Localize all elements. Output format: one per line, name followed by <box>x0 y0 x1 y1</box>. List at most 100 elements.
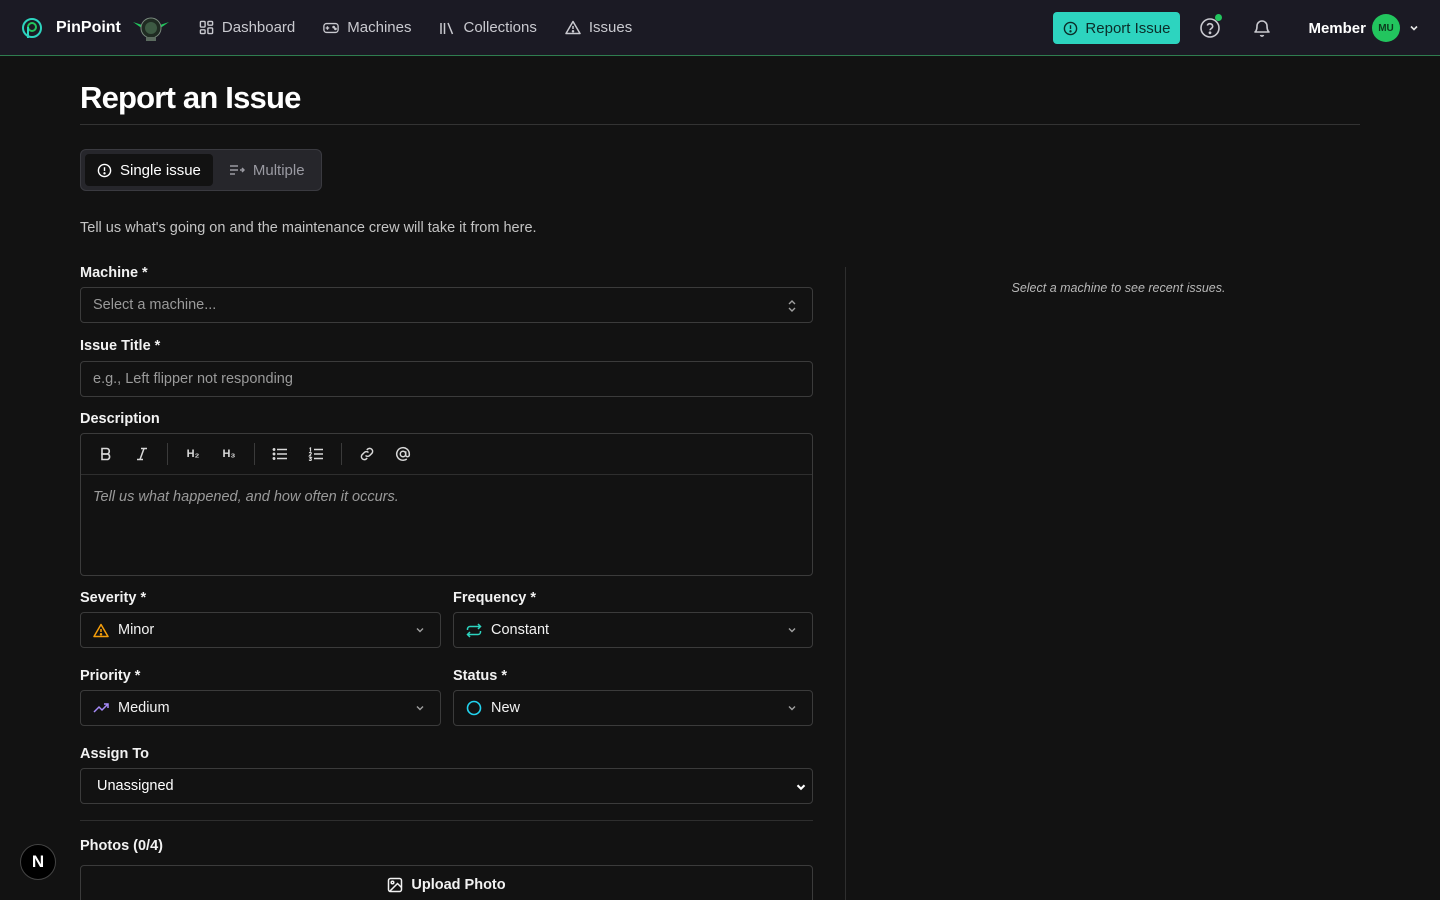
bullet-list-button[interactable] <box>267 441 293 467</box>
chevron-down-icon <box>414 624 426 636</box>
toolbar-divider <box>341 443 342 465</box>
status-value: New <box>491 700 521 716</box>
notifications-button[interactable] <box>1248 14 1276 42</box>
mode-single-label: Single issue <box>120 161 201 179</box>
issue-title-placeholder: e.g., Left flipper not responding <box>93 371 293 387</box>
brand[interactable]: PinPoint <box>21 13 171 43</box>
dashboard-grid-icon <box>199 20 222 35</box>
help-button[interactable] <box>1196 14 1224 42</box>
pinpoint-logo-icon <box>21 17 43 39</box>
alert-circle-icon <box>97 163 120 178</box>
at-sign-icon <box>395 446 411 462</box>
severity-label: Severity * <box>80 590 147 606</box>
chevron-down-icon <box>414 702 426 714</box>
issue-title-label: Issue Title * <box>80 338 161 354</box>
photos-label: Photos (0/4) <box>80 838 163 854</box>
mode-multiple[interactable]: Multiple <box>217 154 317 186</box>
library-icon <box>439 21 463 35</box>
assign-to-label: Assign To <box>80 746 150 762</box>
user-name: Member <box>1308 19 1366 37</box>
heading-2-button[interactable]: H₂ <box>180 441 206 467</box>
list-plus-icon <box>229 163 253 177</box>
page-title: Report an Issue <box>80 80 301 115</box>
nav-label: Collections <box>463 19 537 36</box>
repeat-icon <box>466 622 482 638</box>
recent-issues-hint: Select a machine to see recent issues. <box>1011 281 1226 295</box>
description-label: Description <box>80 411 160 427</box>
severity-value: Minor <box>118 622 155 638</box>
description-editor: H₂ H₃ Tell us what happened, and how oft… <box>80 433 813 576</box>
priority-label: Priority * <box>80 668 141 684</box>
image-icon <box>387 877 411 893</box>
report-issue-button[interactable]: Report Issue <box>1053 12 1181 44</box>
assign-to-value: Unassigned <box>97 778 174 794</box>
title-divider <box>80 124 1360 125</box>
dev-tools-badge[interactable]: N <box>20 844 56 880</box>
machine-label: Machine * <box>80 265 148 281</box>
trending-up-icon <box>93 702 109 714</box>
machine-placeholder: Select a machine... <box>93 297 217 313</box>
italic-icon <box>135 447 149 461</box>
machine-select[interactable]: Select a machine... <box>80 287 813 323</box>
chevron-down-icon <box>794 780 808 794</box>
toolbar-divider <box>167 443 168 465</box>
alert-circle-icon <box>1063 21 1085 36</box>
avatar: MU <box>1372 14 1400 42</box>
priority-select[interactable]: Medium <box>80 690 441 726</box>
mode-single-issue[interactable]: Single issue <box>85 154 213 186</box>
toolbar-divider <box>254 443 255 465</box>
nav-actions: Report Issue Member MU <box>1053 0 1420 56</box>
nav-issues[interactable]: Issues <box>565 19 632 36</box>
mention-button[interactable] <box>390 441 416 467</box>
frequency-select[interactable]: Constant <box>453 612 813 648</box>
heading-2-icon: H₂ <box>186 448 200 460</box>
ordered-list-icon <box>308 447 324 461</box>
bullet-list-icon <box>272 447 288 461</box>
gamepad-icon <box>323 21 347 35</box>
chevron-down-icon <box>786 624 798 636</box>
nav-label: Machines <box>347 19 412 36</box>
severity-select[interactable]: Minor <box>80 612 441 648</box>
nav-label: Dashboard <box>221 19 296 36</box>
frequency-value: Constant <box>491 622 550 638</box>
upload-photo-button[interactable]: Upload Photo <box>80 865 813 900</box>
upload-photo-label: Upload Photo <box>411 877 506 893</box>
status-label: Status * <box>453 668 507 684</box>
status-select[interactable]: New <box>453 690 813 726</box>
nav-label: Issues <box>588 19 633 36</box>
heading-3-button[interactable]: H₃ <box>216 441 242 467</box>
section-divider <box>80 820 813 821</box>
user-menu[interactable]: Member MU <box>1308 14 1420 42</box>
main-nav: Dashboard Machines Collections Issues <box>199 19 660 36</box>
assign-to-select[interactable]: Unassigned <box>80 768 813 804</box>
ordered-list-button[interactable] <box>303 441 329 467</box>
priority-value: Medium <box>118 700 170 716</box>
bold-button[interactable] <box>93 441 119 467</box>
heading-3-icon: H₃ <box>222 448 236 460</box>
panel-divider <box>845 267 846 900</box>
top-navigation-bar: PinPoint Dashboard Machines Collections … <box>0 0 1440 56</box>
chevrons-up-down-icon <box>786 299 798 313</box>
mode-multiple-label: Multiple <box>252 161 305 179</box>
intro-text: Tell us what's going on and the maintena… <box>80 220 537 236</box>
bold-icon <box>99 447 113 461</box>
club-logo-icon <box>131 13 171 43</box>
issue-title-input[interactable]: e.g., Left flipper not responding <box>80 361 813 397</box>
app-name: PinPoint <box>56 18 121 36</box>
nav-collections[interactable]: Collections <box>439 19 537 36</box>
description-textarea[interactable]: Tell us what happened, and how often it … <box>81 475 812 575</box>
italic-button[interactable] <box>129 441 155 467</box>
bell-icon <box>1252 18 1272 38</box>
alert-triangle-icon <box>565 20 589 35</box>
report-mode-toggle: Single issue Multiple <box>80 149 322 191</box>
editor-toolbar: H₂ H₃ <box>81 434 812 475</box>
chevron-down-icon <box>786 702 798 714</box>
nav-dashboard[interactable]: Dashboard <box>199 19 295 36</box>
chevron-down-icon <box>1408 22 1420 34</box>
warning-triangle-icon <box>93 623 109 638</box>
link-icon <box>359 446 375 462</box>
link-button[interactable] <box>354 441 380 467</box>
frequency-label: Frequency * <box>453 590 536 606</box>
circle-status-icon <box>466 700 482 716</box>
nav-machines[interactable]: Machines <box>323 19 411 36</box>
